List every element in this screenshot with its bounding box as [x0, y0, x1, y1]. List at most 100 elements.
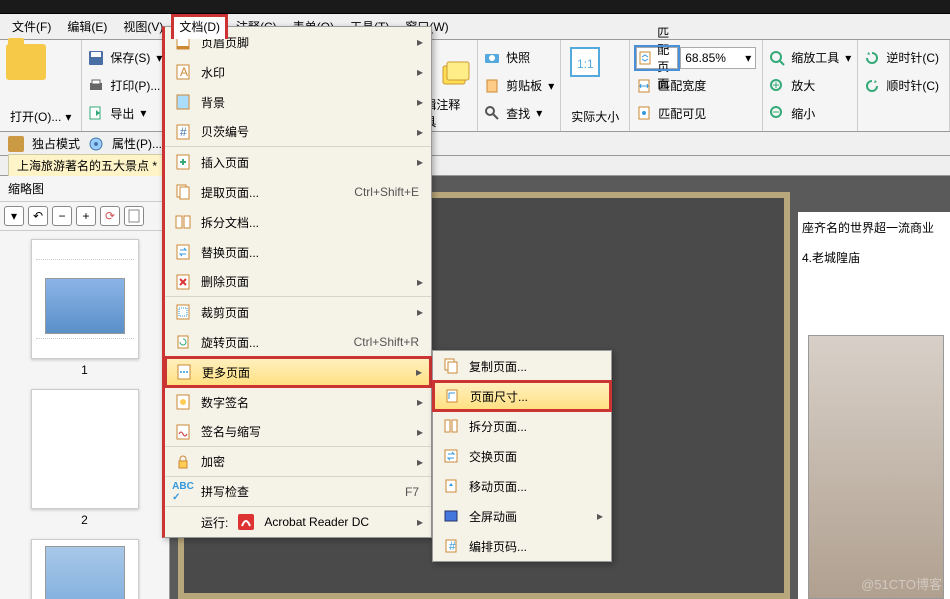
note-tool-icon[interactable]: [439, 60, 471, 96]
thumbnails-list[interactable]: 1 2: [0, 231, 169, 599]
menu-crop-page[interactable]: 裁剪页面▸: [165, 297, 431, 327]
menu-more-pages[interactable]: 更多页面▸: [165, 357, 431, 387]
cw-button[interactable]: 顺时针(C): [882, 75, 943, 96]
save-button[interactable]: 保存(S): [106, 47, 154, 68]
menu-bates[interactable]: #贝茨编号▸: [165, 117, 431, 147]
title-bar: [0, 0, 950, 14]
menu-replace-page[interactable]: 替换页面...: [165, 237, 431, 267]
export-icon: [88, 105, 104, 121]
menu-file[interactable]: 文件(F): [4, 14, 59, 39]
more-pages-submenu: 复制页面... 页面尺寸... 拆分页面... 交换页面 移动页面... 全屏动…: [432, 350, 612, 562]
submenu-fullscreen-anim[interactable]: 全屏动画▸: [433, 501, 611, 531]
zoom-out-button[interactable]: 缩小: [787, 103, 819, 124]
ribbon: 打开(O)...▾ 保存(S)▾ 打印(P)...▾ 导出▾ T 提取工具 编辑…: [0, 40, 950, 132]
document-tab[interactable]: 上海旅游著名的五大景点 *: [8, 154, 166, 177]
clipboard-button[interactable]: 剪贴板: [502, 75, 546, 96]
svg-text:A: A: [180, 65, 188, 79]
properties-icon: [88, 136, 104, 152]
open-icon[interactable]: [6, 44, 46, 80]
submenu-move-page[interactable]: 移动页面...: [433, 471, 611, 501]
submenu-page-size[interactable]: 页面尺寸...: [433, 381, 611, 411]
menu-spell-check[interactable]: ABC✓拼写检查F7: [165, 477, 431, 507]
fit-page-icon: [637, 48, 653, 68]
clipboard-icon: [484, 78, 500, 94]
thumbnail-toolbar: ▾ ↶ − + ⟳: [0, 202, 169, 231]
thumbnail-page-1[interactable]: [31, 239, 139, 359]
cw-icon: [864, 78, 880, 94]
submenu-arrow-icon: ▸: [417, 35, 423, 49]
search-button[interactable]: 查找: [502, 103, 534, 124]
svg-text:1:1: 1:1: [577, 57, 594, 71]
crop-page-icon: [173, 302, 193, 322]
ccw-button[interactable]: 逆时针(C): [882, 47, 943, 68]
submenu-swap-page[interactable]: 交换页面: [433, 441, 611, 471]
split-page-icon: [441, 416, 461, 436]
fit-visible-button[interactable]: 匹配可见: [654, 103, 710, 124]
fit-width-icon: [636, 78, 652, 94]
menu-background[interactable]: 背景▸: [165, 87, 431, 117]
tool-options-button[interactable]: ▾: [4, 206, 24, 226]
menu-split-doc[interactable]: 拆分文档...: [165, 207, 431, 237]
zoom-in-button[interactable]: 放大: [787, 75, 819, 96]
copy-page-icon: [441, 356, 461, 376]
menu-edit[interactable]: 编辑(E): [59, 14, 115, 39]
menu-sign-initials[interactable]: 签名与缩写▸: [165, 417, 431, 447]
menu-rotate-page[interactable]: 旋转页面...Ctrl+Shift+R: [165, 327, 431, 357]
menu-extract-page[interactable]: 提取页面...Ctrl+Shift+E: [165, 177, 431, 207]
move-page-icon: [441, 476, 461, 496]
export-button[interactable]: 导出: [106, 103, 138, 124]
zoom-select[interactable]: ▾: [680, 47, 756, 69]
split-doc-icon: [173, 212, 193, 232]
status-bar: 独占模式 属性(P)...: [0, 132, 950, 156]
menu-encrypt[interactable]: 加密▸: [165, 447, 431, 477]
menu-digital-sign[interactable]: 数字签名▸: [165, 387, 431, 417]
tool-rotate-button[interactable]: ⟳: [100, 206, 120, 226]
zoom-input[interactable]: [681, 51, 741, 65]
submenu-split-page[interactable]: 拆分页面...: [433, 411, 611, 441]
tool-zoom-out-button[interactable]: −: [52, 206, 72, 226]
snapshot-button[interactable]: 快照: [502, 47, 534, 68]
exclusive-mode-button[interactable]: 独占模式: [32, 135, 80, 152]
thumbnail-panel: 缩略图 ▾ ↶ − + ⟳ 1 2: [0, 176, 170, 599]
lock-icon: [8, 136, 24, 152]
tool-zoom-in-button[interactable]: +: [76, 206, 96, 226]
zoom-tools-button[interactable]: 缩放工具: [787, 47, 843, 68]
zoom-in-icon: [769, 78, 785, 94]
fit-page-box[interactable]: 匹配页面: [636, 47, 678, 69]
thumb1-image: [45, 278, 125, 334]
open-button[interactable]: 打开(O)...▾: [6, 106, 75, 127]
actual-size-icon[interactable]: 1:1: [567, 44, 603, 80]
svg-text:#: #: [180, 125, 187, 139]
acrobat-icon: [236, 512, 256, 532]
menu-run-with[interactable]: 运行:Acrobat Reader DC▸: [165, 507, 431, 537]
zoom-tools-icon: [769, 50, 785, 66]
bates-icon: #: [173, 122, 193, 142]
sign-initials-icon: [173, 422, 193, 442]
thumbnail-page-3[interactable]: [31, 539, 139, 599]
ccw-icon: [864, 50, 880, 66]
tool-undo-button[interactable]: ↶: [28, 206, 48, 226]
print-button[interactable]: 打印(P)...: [106, 75, 164, 96]
thumbnail-page-2[interactable]: [31, 389, 139, 509]
search-icon: [484, 105, 500, 121]
actual-size-button[interactable]: 实际大小: [567, 106, 623, 127]
page-size-icon: [442, 386, 462, 406]
spell-check-icon: ABC✓: [173, 482, 193, 502]
fullscreen-icon: [441, 506, 461, 526]
page-number-1: 1: [8, 363, 161, 377]
menu-document[interactable]: 文档(D): [171, 14, 228, 39]
submenu-copy-page[interactable]: 复制页面...: [433, 351, 611, 381]
insert-page-icon: [173, 152, 193, 172]
submenu-arrange-pagenum[interactable]: #编排页码...: [433, 531, 611, 561]
fit-width-button[interactable]: 匹配宽度: [654, 75, 710, 96]
more-pages-icon: [174, 362, 194, 382]
svg-text:#: #: [449, 539, 456, 553]
properties-button[interactable]: 属性(P)...: [112, 135, 162, 152]
menu-insert-page[interactable]: 插入页面▸: [165, 147, 431, 177]
thumb3-image: [45, 546, 125, 599]
snapshot-icon: [484, 50, 500, 66]
tool-page-button[interactable]: [124, 206, 144, 226]
menu-watermark[interactable]: A水印▸: [165, 57, 431, 87]
extract-page-icon: [173, 182, 193, 202]
menu-delete-page[interactable]: 删除页面▸: [165, 267, 431, 297]
